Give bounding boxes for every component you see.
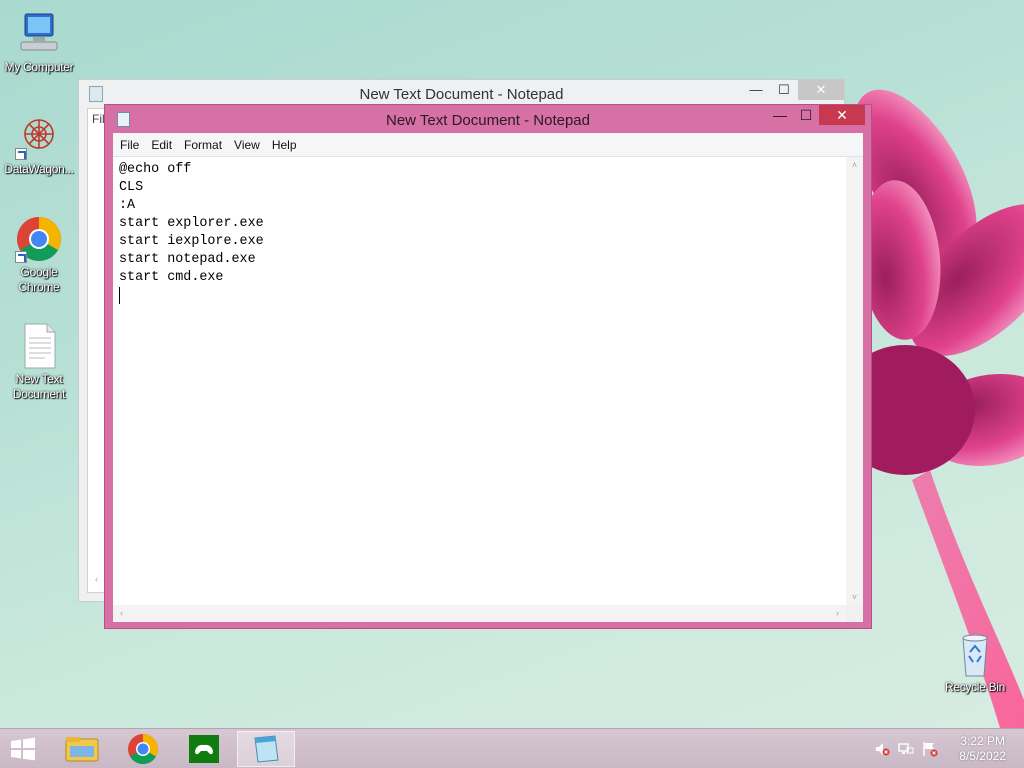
menu-item-file[interactable]: File xyxy=(115,134,146,156)
scroll-down-arrow-icon[interactable]: ˅ xyxy=(846,589,863,606)
scroll-up-arrow-icon[interactable]: ˄ xyxy=(846,157,863,174)
clock-time: 3:22 PM xyxy=(960,734,1005,748)
desktop-icon-google-chrome[interactable]: Google Chrome xyxy=(0,215,78,295)
desktop-icon-label: Google Chrome xyxy=(18,265,60,294)
chrome-icon xyxy=(128,734,159,765)
desktop-icon-new-text-document[interactable]: New Text Document xyxy=(0,322,78,402)
desktop-icon-recycle-bin[interactable]: Recycle Bin xyxy=(936,630,1014,695)
chrome-icon xyxy=(15,215,63,263)
taskbar: 3:22 PM 8/5/2022 xyxy=(0,728,1024,768)
network-icon[interactable] xyxy=(898,741,914,757)
menu-bar: File Edit Format View Help xyxy=(113,133,863,157)
maximize-button[interactable]: ☐ xyxy=(770,80,798,100)
menu-item-format[interactable]: Format xyxy=(179,134,229,156)
horizontal-scrollbar[interactable]: ‹ › xyxy=(113,605,846,622)
window-title: New Text Document - Notepad xyxy=(386,112,590,129)
minimize-button[interactable]: — xyxy=(767,105,793,125)
desktop-icon-label: My Computer xyxy=(4,60,74,74)
window-title: New Text Document - Notepad xyxy=(359,86,564,103)
xbox-games-icon xyxy=(189,735,219,763)
title-bar[interactable]: New Text Document - Notepad — ☐ ✕ xyxy=(105,105,871,133)
taskbar-chrome[interactable] xyxy=(114,731,172,767)
close-button[interactable]: ✕ xyxy=(819,105,865,125)
scroll-left-arrow-icon[interactable]: ‹ xyxy=(113,605,130,622)
text-line: CLS xyxy=(119,180,144,195)
notepad-window[interactable]: New Text Document - Notepad — ☐ ✕ File E… xyxy=(104,104,872,629)
vertical-scrollbar[interactable]: ˄ ˅ xyxy=(846,157,863,606)
scroll-right-arrow-icon[interactable]: › xyxy=(829,605,846,622)
minimize-button[interactable]: — xyxy=(742,80,770,100)
windows-start-icon[interactable] xyxy=(8,737,38,761)
text-line: start notepad.exe xyxy=(119,252,256,267)
window-client-area: File Edit Format View Help @echo off CLS… xyxy=(113,133,863,622)
taskbar-xbox-games[interactable] xyxy=(175,731,233,767)
flag-icon[interactable] xyxy=(922,741,938,757)
computer-icon xyxy=(15,10,63,58)
text-line: @echo off xyxy=(119,162,192,177)
system-clock[interactable]: 3:22 PM 8/5/2022 xyxy=(959,734,1006,764)
scroll-left-arrow-icon[interactable]: ‹ xyxy=(88,571,105,588)
file-explorer-icon xyxy=(65,737,99,762)
desktop-icon-label: Recycle Bin xyxy=(944,680,1006,694)
text-line-current xyxy=(119,287,840,305)
desktop-icon-datawagon[interactable]: DataWagon... xyxy=(0,112,78,177)
menu-item-edit[interactable]: Edit xyxy=(146,134,179,156)
text-line: start cmd.exe xyxy=(119,270,224,285)
close-button[interactable]: ✕ xyxy=(798,80,844,100)
text-editor[interactable]: @echo off CLS :A start explorer.exe star… xyxy=(113,157,846,606)
desktop-icon-label: DataWagon... xyxy=(4,162,74,176)
text-document-icon xyxy=(15,322,63,370)
recycle-bin-icon xyxy=(951,630,999,678)
text-line: start iexplore.exe xyxy=(119,234,264,249)
shortcut-arrow-icon xyxy=(15,251,27,263)
volume-muted-icon[interactable] xyxy=(874,741,890,757)
datawagon-icon xyxy=(15,112,63,160)
clock-date: 8/5/2022 xyxy=(959,749,1006,763)
maximize-button[interactable]: ☐ xyxy=(793,105,819,125)
shortcut-arrow-icon xyxy=(15,148,27,160)
menu-item-file[interactable]: Fil xyxy=(92,112,105,126)
text-line: :A xyxy=(119,198,136,213)
desktop-icon-label: New Text Document xyxy=(12,372,66,401)
taskbar-notepad[interactable] xyxy=(237,731,295,767)
menu-item-help[interactable]: Help xyxy=(267,134,304,156)
notepad-icon xyxy=(254,735,279,763)
text-line: start explorer.exe xyxy=(119,216,264,231)
text-caret xyxy=(119,287,120,304)
menu-item-view[interactable]: View xyxy=(229,134,267,156)
desktop-icon-my-computer[interactable]: My Computer xyxy=(0,10,78,75)
taskbar-file-explorer[interactable] xyxy=(53,731,111,767)
size-grip[interactable] xyxy=(846,605,863,622)
